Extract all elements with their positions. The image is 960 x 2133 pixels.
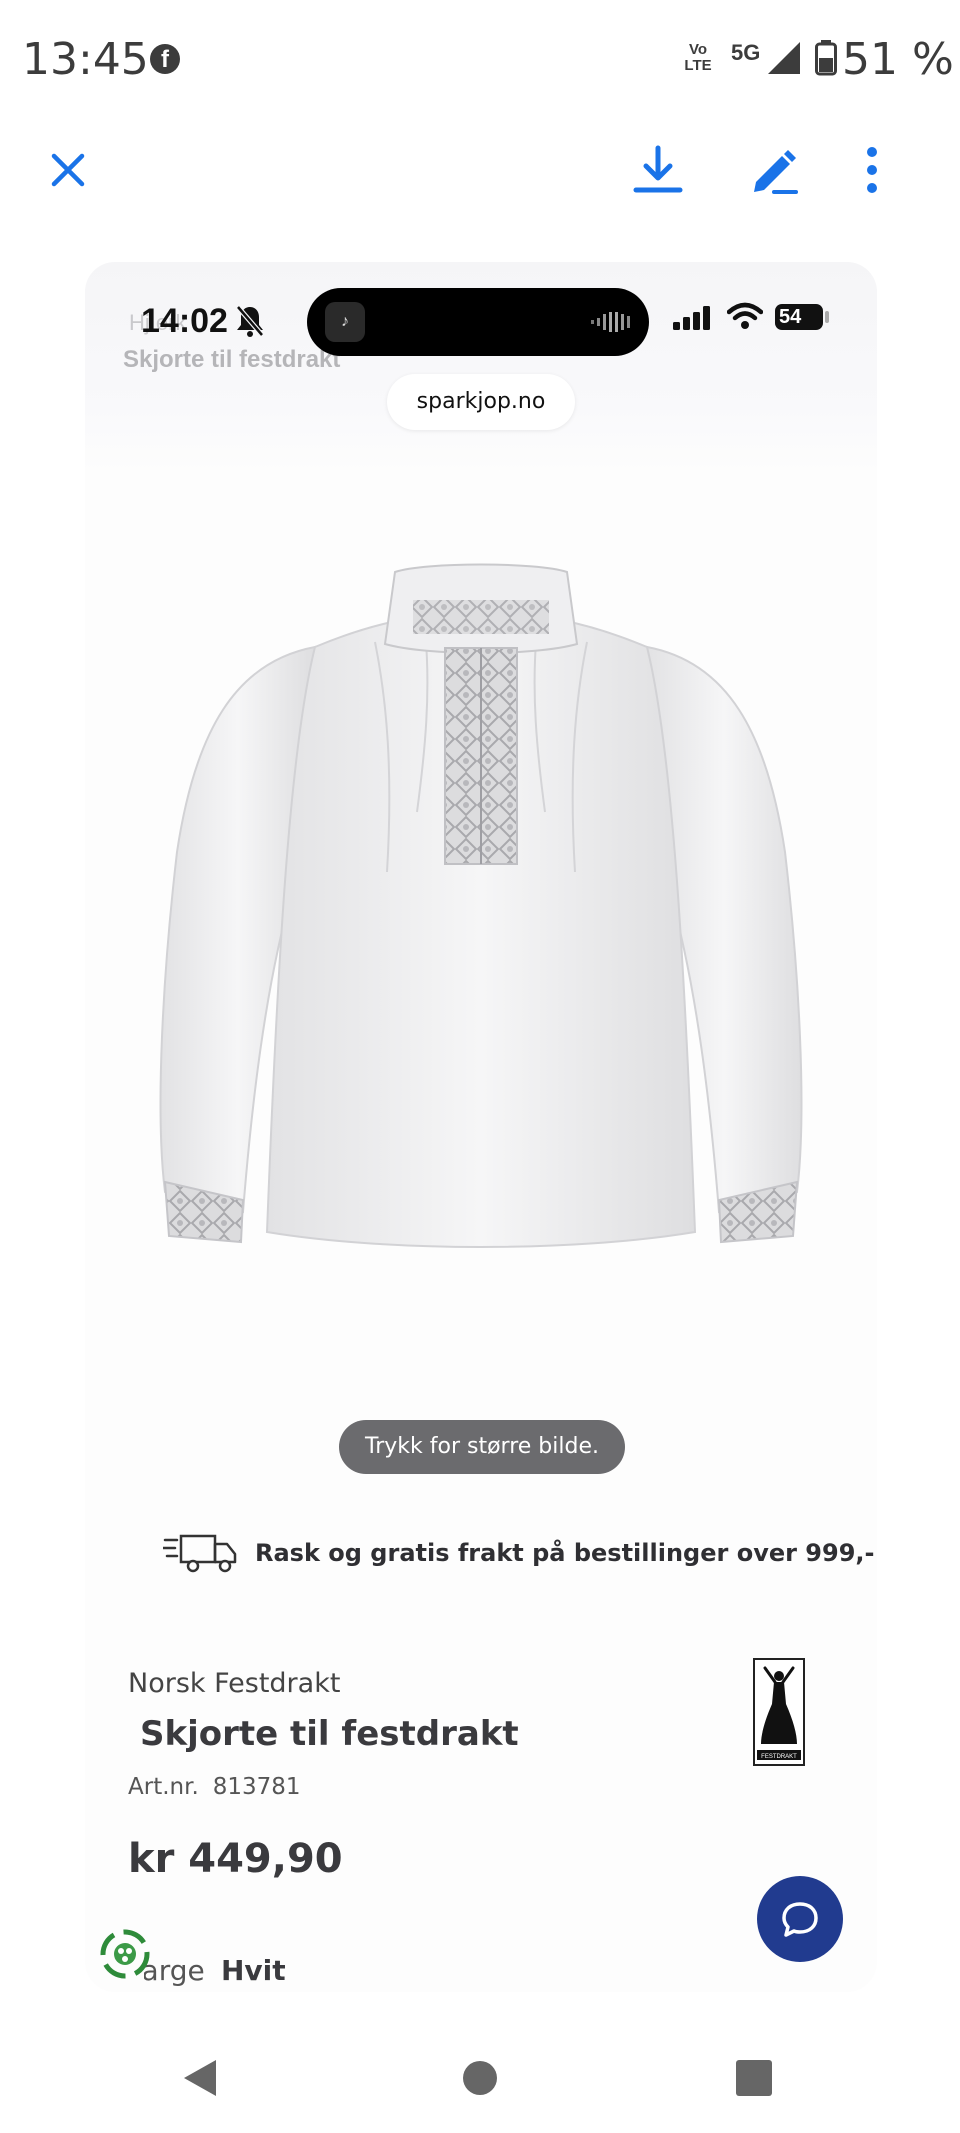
- recents-icon: [736, 2060, 772, 2096]
- screenshot-preview: Hj erk Skjorte til festdrakt 14:02 ♪ 54 …: [85, 262, 877, 1992]
- close-button[interactable]: [28, 130, 108, 210]
- product-image[interactable]: [125, 552, 837, 1282]
- close-icon: [51, 153, 85, 187]
- signal-icon: [766, 40, 802, 81]
- status-bar: 13:45 f Vo LTE 5G 51 %: [0, 0, 960, 120]
- enlarge-image-hint[interactable]: Trykk for større bilde.: [339, 1420, 625, 1474]
- more-options-button[interactable]: [832, 130, 912, 210]
- back-button[interactable]: [160, 2038, 240, 2118]
- network-type: 5G: [731, 40, 761, 65]
- product-title: Skjorte til festdrakt: [140, 1714, 519, 1754]
- status-time: 13:45: [22, 34, 149, 85]
- viewer-toolbar: [0, 130, 960, 210]
- navigation-bar: [0, 2020, 960, 2133]
- recycle-badge-icon[interactable]: [97, 1926, 153, 1987]
- url-bar[interactable]: sparkjop.no: [387, 374, 575, 430]
- article-number: Art.nr. 813781: [128, 1774, 301, 1800]
- dynamic-island: ♪: [307, 288, 649, 356]
- shipping-info: Rask og gratis frakt på bestillinger ove…: [163, 1528, 874, 1578]
- facebook-notification-icon: f: [150, 44, 180, 74]
- edit-icon: [754, 150, 798, 194]
- logo-caption: FESTDRAKT: [761, 1754, 797, 1760]
- header-subtitle-faded: Skjorte til festdrakt: [123, 346, 341, 373]
- music-app-icon: ♪: [325, 302, 365, 342]
- back-icon: [184, 2060, 216, 2096]
- article-number-value: 813781: [212, 1774, 301, 1800]
- product-price: kr 449,90: [128, 1836, 343, 1882]
- battery-icon: [815, 40, 837, 81]
- color-value: Hvit: [221, 1954, 286, 1987]
- chat-bubble-icon: [782, 1902, 818, 1937]
- product-brand[interactable]: Norsk Festdrakt: [128, 1668, 340, 1699]
- shipping-text: Rask og gratis frakt på bestillinger ove…: [255, 1539, 875, 1567]
- download-icon: [633, 145, 683, 193]
- inner-battery-tip: [825, 311, 829, 323]
- battery-percent: 51 %: [842, 34, 954, 85]
- more-vert-icon: [867, 147, 877, 193]
- inner-status-time: 14:02: [141, 302, 228, 340]
- recents-button[interactable]: [714, 2038, 794, 2118]
- volte-indicator: Vo LTE: [683, 42, 713, 74]
- download-button[interactable]: [618, 130, 698, 210]
- audio-wave-icon: [591, 310, 631, 339]
- home-icon: [463, 2061, 497, 2095]
- bell-muted-icon: [235, 304, 265, 343]
- home-button[interactable]: [440, 2038, 520, 2118]
- inner-signal-icon: [673, 306, 713, 335]
- article-number-label: Art.nr.: [128, 1774, 199, 1800]
- volte-label: Vo LTE: [684, 41, 712, 74]
- inner-battery: 54: [775, 304, 823, 330]
- delivery-truck-icon: [163, 1534, 237, 1573]
- edit-button[interactable]: [734, 130, 814, 210]
- brand-logo[interactable]: FESTDRAKT: [753, 1658, 805, 1766]
- chat-button[interactable]: [757, 1876, 843, 1962]
- wifi-icon: [726, 302, 764, 335]
